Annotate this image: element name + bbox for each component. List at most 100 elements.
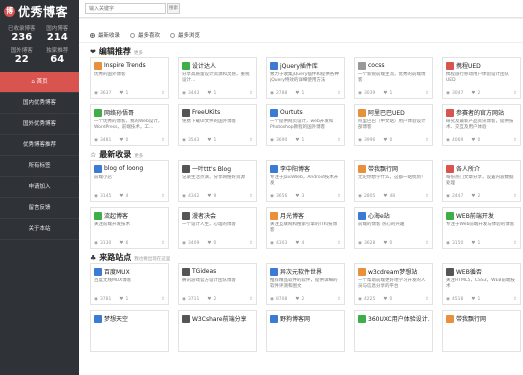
blog-name[interactable]: 一叶ttt's Blog (192, 164, 231, 173)
share-icon[interactable]: ⇪ (161, 241, 165, 246)
like-icon[interactable]: ♥ (295, 91, 299, 96)
tab-newest[interactable]: 最新收录 (90, 28, 120, 42)
search-button[interactable]: 搜索 (167, 3, 180, 14)
blog-card[interactable]: 各人所介 每份热门文章分享，设置内容数据处理 ◉ 2447 ♥ 2 ⇪ (442, 160, 521, 202)
blog-card[interactable]: 月光博客 关注互联网和搜索引擎的IT科技博客 ◉ 4303 ♥ 4 ⇪ (266, 207, 345, 249)
share-icon[interactable]: ⇪ (249, 91, 253, 96)
blog-card[interactable]: cocss 一个新锐前端主流，优秀的前端博客 ◉ 3039 ♥ 1 ⇪ (354, 57, 433, 99)
share-icon[interactable]: ⇪ (249, 194, 253, 199)
blog-name[interactable]: 携程UED (456, 61, 481, 70)
blog-name[interactable]: 漫者决会 (192, 211, 216, 220)
site-logo[interactable]: 博 优秀博客 (0, 0, 79, 22)
blog-card[interactable]: w3cdream梦想站 一个帮助前端更好地学习开发的人员与信息分享的平台 ◉ 4225… (354, 263, 433, 305)
blog-card[interactable]: 阿里巴巴UED 阿里巴巴（中文站）用户体验设计部博客 ◉ 3996 ♥ 0 ⇪ (354, 104, 433, 146)
share-icon[interactable]: ⇪ (513, 138, 517, 143)
like-icon[interactable]: ♥ (471, 91, 475, 96)
share-icon[interactable]: ⇪ (513, 194, 517, 199)
blog-card[interactable]: WEB循否 关注HTML5，CSS3，WEB前端技术 ◉ 4518 ♥ 1 ⇪ (442, 263, 521, 305)
like-icon[interactable]: ♥ (119, 138, 123, 143)
like-icon[interactable]: ♥ (471, 194, 475, 199)
blog-name[interactable]: 月光博客 (280, 211, 304, 220)
share-icon[interactable]: ⇪ (337, 138, 341, 143)
blog-name[interactable]: FreeUKits (192, 109, 220, 116)
blog-name[interactable]: WEB循否 (456, 267, 482, 276)
share-icon[interactable]: ⇪ (425, 241, 429, 246)
section-more-link[interactable]: 我也要出现在这里 (134, 256, 170, 262)
like-icon[interactable]: ♥ (383, 194, 387, 199)
nav-item-feedback[interactable]: 留言反馈 (0, 198, 79, 219)
like-icon[interactable]: ♥ (119, 241, 123, 246)
blog-card[interactable]: Ourtuts 一个提供网页设计，web开发和Photoshop教程的国外博客 ◉ 3… (266, 104, 345, 146)
blog-name[interactable]: WEB前端开发 (456, 211, 494, 220)
blog-name[interactable]: jQuery插件库 (280, 61, 318, 70)
like-icon[interactable]: ♥ (295, 138, 299, 143)
blog-name[interactable]: Ourtuts (280, 109, 303, 116)
blog-name[interactable]: 各人所介 (456, 164, 480, 173)
blog-card[interactable]: 网络孙悟哥 一个优秀的博客，我的Web设计，WordPress，前端技术，工… ◉ 3… (90, 104, 169, 146)
share-icon[interactable]: ⇪ (513, 297, 517, 302)
nav-item-domestic[interactable]: 国内优秀博客 (0, 93, 79, 114)
blog-card[interactable]: 心海e站 前端的博客 热心的兴趣 ◉ 3628 ♥ 0 ⇪ (354, 207, 433, 249)
blog-card[interactable]: 带我飘行网 (442, 310, 521, 352)
like-icon[interactable]: ♥ (471, 138, 475, 143)
share-icon[interactable]: ⇪ (161, 138, 165, 143)
blog-name[interactable]: w3cdream梦想站 (368, 267, 417, 276)
blog-card[interactable]: TGideas 腾讯游戏官方设计团队博客 ◉ 3711 ♥ 2 ⇪ (178, 263, 257, 305)
tab-most-viewed[interactable]: 最多浏览 (170, 28, 200, 42)
like-icon[interactable]: ♥ (295, 194, 299, 199)
share-icon[interactable]: ⇪ (337, 297, 341, 302)
blog-card[interactable]: FreeUKits 免费下载UI文件的国外博客 ◉ 3543 ♥ 1 ⇪ (178, 104, 257, 146)
nav-item-home[interactable]: ⌂ 首页 (0, 72, 79, 93)
section-more-link[interactable]: 更多 (134, 50, 143, 56)
like-icon[interactable]: ♥ (207, 194, 211, 199)
blog-card[interactable]: WEB前端开发 专注于Web前端开发与体验的博客 ◉ 3150 ♥ 1 ⇪ (442, 207, 521, 249)
share-icon[interactable]: ⇪ (425, 297, 429, 302)
blog-card[interactable]: 设计达人 分享高质量设计资源和灵感，重视设计… ◉ 3443 ♥ 1 ⇪ (178, 57, 257, 99)
nav-item-foreign[interactable]: 国外优秀博客 (0, 114, 79, 135)
blog-name[interactable]: 设计达人 (192, 61, 216, 70)
like-icon[interactable]: ♥ (207, 91, 211, 96)
like-icon[interactable]: ♥ (295, 297, 299, 302)
share-icon[interactable]: ⇪ (249, 297, 253, 302)
blog-name[interactable]: 流起博客 (104, 211, 128, 220)
blog-name[interactable]: Inspire Trends (104, 62, 146, 69)
radio-icon[interactable] (170, 32, 176, 38)
tab-most-liked[interactable]: 最多喜欢 (130, 28, 160, 42)
blog-card[interactable]: 参赛者的官方网站 研究及最新产品资讯博客，提供技术、交互及用户体验 ◉ 4069 ♥ 0 ⇪ (442, 104, 521, 146)
like-icon[interactable]: ♥ (207, 241, 211, 246)
blog-name[interactable]: 野狗博客网 (280, 314, 310, 323)
blog-card[interactable]: 梦想天空 (90, 310, 169, 352)
share-icon[interactable]: ⇪ (337, 241, 341, 246)
like-icon[interactable]: ♥ (207, 297, 211, 302)
nav-item-recommended[interactable]: 优秀博客推荐 (0, 135, 79, 156)
blog-name[interactable]: 心海e站 (368, 211, 390, 220)
like-icon[interactable]: ♥ (119, 91, 123, 96)
blog-card[interactable]: jQuery插件库 致力于收集jQuery插件和提供各种jQuery特效的详细使用… (266, 57, 345, 99)
blog-card[interactable]: 携程UED 携程旅行移动用户体验设计团队UED ◉ 3047 ♥ 2 ⇪ (442, 57, 521, 99)
blog-card[interactable]: 带我飘行网 无论你想学什么，这都一站找到！ ◉ 2805 ♥ 48 ⇪ (354, 160, 433, 202)
blog-card[interactable]: 野狗博客网 (266, 310, 345, 352)
blog-name[interactable]: 百度MUX (104, 267, 130, 276)
blog-name[interactable]: 网络孙悟哥 (104, 108, 134, 117)
like-icon[interactable]: ♥ (383, 91, 387, 96)
blog-name[interactable]: TGideas (192, 268, 216, 275)
share-icon[interactable]: ⇪ (337, 91, 341, 96)
share-icon[interactable]: ⇪ (425, 91, 429, 96)
share-icon[interactable]: ⇪ (513, 241, 517, 246)
radio-icon[interactable] (90, 32, 95, 38)
blog-name[interactable]: 梦想天空 (104, 314, 128, 323)
blog-name[interactable]: W3Cshare前端分享 (192, 314, 247, 323)
like-icon[interactable]: ♥ (119, 297, 123, 302)
blog-card[interactable]: 流起博客 关注前端开发技术 ◉ 3130 ♥ 6 ⇪ (90, 207, 169, 249)
blog-name[interactable]: 参赛者的官方网站 (456, 108, 504, 117)
like-icon[interactable]: ♥ (295, 241, 299, 246)
radio-icon[interactable] (130, 32, 136, 38)
blog-card[interactable]: 一叶ttt's Blog 记录生活点滴，分享网络好资源 ◉ 4342 ♥ 9 ⇪ (178, 160, 257, 202)
share-icon[interactable]: ⇪ (161, 297, 165, 302)
like-icon[interactable]: ♥ (471, 297, 475, 302)
share-icon[interactable]: ⇪ (161, 91, 165, 96)
like-icon[interactable]: ♥ (383, 241, 387, 246)
nav-item-about[interactable]: 关于本站 (0, 219, 79, 240)
blog-name[interactable]: 带我飘行网 (368, 164, 398, 173)
blog-card[interactable]: 异次元软件世界 推荐精品软件的软件，提供详细的软件评测和图文 ◉ 8708 ♥ 2 ⇪ (266, 263, 345, 305)
